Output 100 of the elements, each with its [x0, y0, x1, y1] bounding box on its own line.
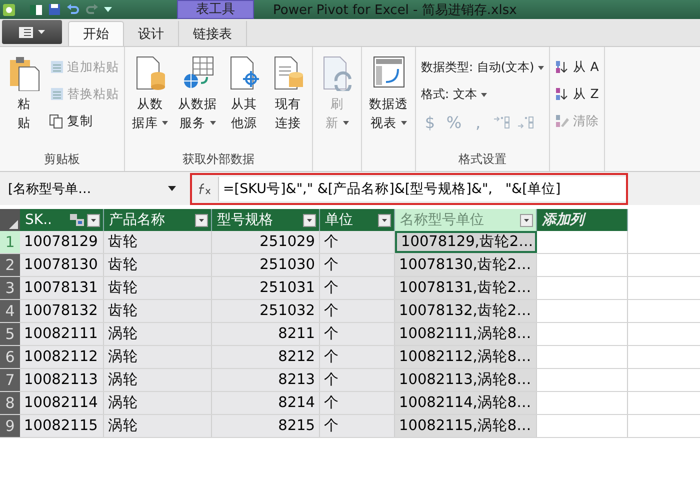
table-cell: 10078130: [20, 254, 104, 276]
table-cell: 10082115,涡轮8…: [395, 415, 537, 437]
filter-dropdown-icon: [303, 214, 316, 226]
table-cell: 涡轮: [104, 346, 212, 368]
table-cell: 10078132,齿轮2…: [395, 300, 537, 322]
undo-icon: [66, 3, 80, 16]
table-cell: 10078129: [20, 231, 104, 253]
select-all-corner[interactable]: [0, 209, 20, 231]
decrease-decimal-icon: [517, 115, 535, 129]
table-cell: 10078131: [20, 277, 104, 299]
group-label: 格式设置: [458, 151, 508, 168]
table-cell: 个: [320, 392, 395, 414]
column-header[interactable]: 单位: [320, 209, 395, 231]
ribbon-button[interactable]: 现有 连接: [269, 51, 307, 151]
table-cell: 8211: [212, 323, 320, 345]
table-cell: 个: [320, 346, 395, 368]
ribbon-tab[interactable]: 开始: [68, 21, 124, 46]
row-number[interactable]: 6: [0, 346, 20, 368]
table-cell: 10082114,涡轮8…: [395, 392, 537, 414]
table-cell: 10078132: [20, 300, 104, 322]
table-cell: 个: [320, 415, 395, 437]
dropdown-button[interactable]: 格式: 文本: [421, 84, 544, 105]
row-number[interactable]: 4: [0, 300, 20, 322]
table-cell: 251029: [212, 231, 320, 253]
table-cell: 涡轮: [104, 323, 212, 345]
redo-icon: [85, 3, 99, 16]
table-cell: 251030: [212, 254, 320, 276]
table-cell: 10082111,涡轮8…: [395, 323, 537, 345]
filter-dropdown-icon: [378, 214, 391, 226]
table-cell: 8215: [212, 415, 320, 437]
column-header[interactable]: 添加列: [537, 209, 628, 231]
row-number[interactable]: 3: [0, 277, 20, 299]
table-cell: 个: [320, 277, 395, 299]
group-label: 剪贴板: [43, 151, 81, 168]
name-box[interactable]: [名称型号单…: [0, 178, 184, 200]
table-cell: 10082113: [20, 369, 104, 391]
function-icon: [198, 182, 212, 194]
increase-decimal-icon: [493, 115, 511, 129]
table-cell: 齿轮: [104, 277, 212, 299]
column-header[interactable]: SK..: [20, 209, 104, 231]
column-header[interactable]: 产品名称: [104, 209, 212, 231]
table-cell: 10082111: [20, 323, 104, 345]
ribbon-button[interactable]: 从数 据库: [130, 51, 170, 151]
table-cell: 8212: [212, 346, 320, 368]
table-cell: 个: [320, 369, 395, 391]
spreadsheet-icon: [29, 2, 43, 16]
table-cell: 10078131,齿轮2…: [395, 277, 537, 299]
table-cell: 涡轮: [104, 392, 212, 414]
ribbon-button[interactable]: 粘 贴: [5, 51, 43, 151]
row-number[interactable]: 5: [0, 323, 20, 345]
context-tab-label: 表工具: [177, 0, 254, 19]
caret-icon: [104, 6, 112, 12]
ribbon-button[interactable]: 从其 他源: [225, 51, 263, 151]
column-header[interactable]: 型号规格: [212, 209, 320, 231]
row-number[interactable]: 9: [0, 415, 20, 437]
ribbon-button[interactable]: 从 Z: [555, 84, 600, 105]
table-cell: 10082113,涡轮8…: [395, 369, 537, 391]
caret-icon: [38, 30, 45, 34]
group-label: 获取外部数据: [182, 151, 256, 168]
filter-dropdown-icon: [195, 214, 208, 226]
table-cell: 个: [320, 254, 395, 276]
filter-dropdown-icon: [87, 214, 100, 226]
row-number[interactable]: 1: [0, 231, 20, 253]
table-cell: 10082112: [20, 346, 104, 368]
clear-sort-icon: [555, 114, 570, 129]
save-icon: [48, 3, 61, 16]
table-cell: 8214: [212, 392, 320, 414]
menu-icon: [19, 26, 33, 38]
ribbon-button[interactable]: 复制: [49, 111, 119, 132]
table-cell: 251032: [212, 300, 320, 322]
table-cell: 10078130,齿轮2…: [395, 254, 537, 276]
table-cell: 个: [320, 231, 395, 253]
triangle-icon: [9, 220, 18, 229]
table-cell: 8213: [212, 369, 320, 391]
file-menu-button[interactable]: [2, 20, 62, 44]
ribbon-button[interactable]: 从数据 服务: [176, 51, 219, 151]
row-number[interactable]: 2: [0, 254, 20, 276]
table-cell: 齿轮: [104, 254, 212, 276]
table-cell: 个: [320, 323, 395, 345]
table-cell: 涡轮: [104, 415, 212, 437]
copy-icon: [49, 114, 64, 129]
dropdown-button[interactable]: 数据类型: 自动(文本): [421, 57, 544, 78]
table-cell: 齿轮: [104, 300, 212, 322]
app-icon: [2, 2, 16, 16]
table-cell: 251031: [212, 277, 320, 299]
row-number[interactable]: 8: [0, 392, 20, 414]
sort-descending-icon: [555, 87, 570, 102]
row-number[interactable]: 7: [0, 369, 20, 391]
paste-replace-icon: [49, 87, 64, 102]
paste-append-icon: [49, 60, 64, 75]
table-cell: 齿轮: [104, 231, 212, 253]
table-cell: 个: [320, 300, 395, 322]
table-cell: 10082115: [20, 415, 104, 437]
window-title: Power Pivot for Excel - 简易进销存.xlsx: [273, 2, 517, 18]
ribbon-button[interactable]: 从 A: [555, 57, 600, 78]
ribbon-button[interactable]: 数据透 视表: [367, 51, 410, 169]
table-cell: 涡轮: [104, 369, 212, 391]
table-cell: 10082112,涡轮8…: [395, 346, 537, 368]
formula-field[interactable]: =[SKU号]&"," &[产品名称]&[型号规格]&", "&[单位]: [219, 176, 626, 200]
sort-ascending-icon: [555, 60, 570, 75]
